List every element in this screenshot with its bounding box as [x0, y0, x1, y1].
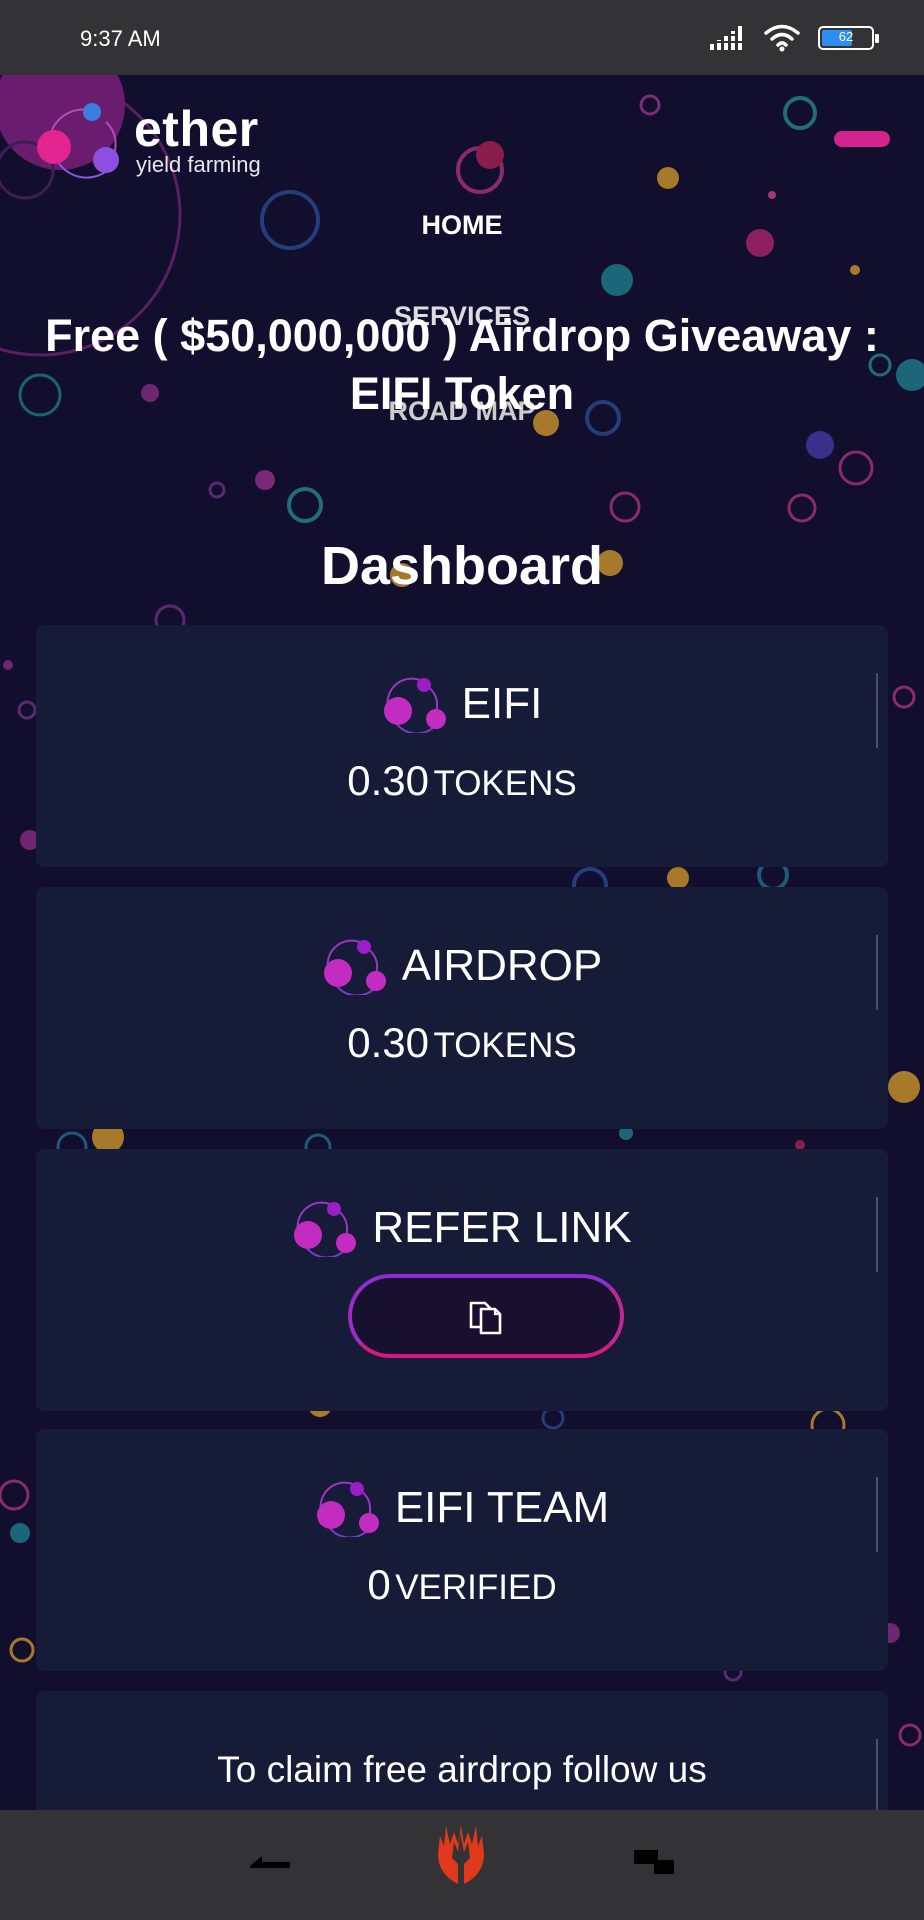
- recents-icon[interactable]: [632, 1848, 676, 1878]
- token-icon: [323, 939, 386, 995]
- status-icons: 62: [710, 24, 879, 52]
- eifi-card: EIFI 0.30 TOKENS: [36, 625, 888, 867]
- card-header: AIRDROP: [36, 937, 888, 995]
- ether-logo[interactable]: ether yield farming: [36, 100, 296, 180]
- card-header: EIFI TEAM: [36, 1479, 888, 1537]
- status-bar: 9:37 AM 62: [0, 0, 924, 75]
- eifi-unit: TOKENS: [433, 764, 577, 803]
- web-page[interactable]: ether yield farming HOME SERVICES ROAD M…: [0, 75, 924, 1810]
- copy-refer-link-button[interactable]: [348, 1274, 624, 1358]
- follow-us-text: To claim free airdrop follow us: [217, 1749, 707, 1790]
- airdrop-unit: TOKENS: [433, 1026, 577, 1065]
- back-icon[interactable]: [248, 1850, 292, 1872]
- airdrop-balance: 0.30 TOKENS: [36, 1019, 888, 1067]
- card-header: REFER LINK: [36, 1199, 888, 1257]
- page-headline: Free ( $50,000,000 ) Airdrop Giveaway : …: [45, 310, 879, 419]
- copy-icon: [469, 1301, 502, 1335]
- team-unit: VERIFIED: [395, 1568, 557, 1607]
- nav-home-link[interactable]: HOME: [0, 210, 924, 241]
- logo-tagline: yield farming: [136, 152, 261, 177]
- eifi-balance: 0.30 TOKENS: [36, 757, 888, 805]
- airdrop-card: AIRDROP 0.30 TOKENS: [36, 887, 888, 1129]
- token-icon: [383, 677, 446, 733]
- token-icon: [316, 1481, 379, 1537]
- token-icon: [294, 1201, 357, 1257]
- signal-icon: [710, 26, 742, 50]
- ether-logo-icon: [37, 103, 119, 179]
- airdrop-amount: 0.30: [347, 1019, 429, 1066]
- card-header: EIFI: [36, 675, 888, 733]
- refer-link-label: REFER LINK: [372, 1203, 632, 1252]
- airdrop-label: AIRDROP: [401, 941, 603, 990]
- menu-toggle-button[interactable]: [834, 131, 890, 147]
- battery-level: 62: [838, 29, 854, 44]
- battery-icon: 62: [818, 26, 879, 50]
- logo-wordmark: ether: [134, 101, 259, 157]
- follow-us-card: To claim free airdrop follow us: [36, 1691, 888, 1810]
- wifi-icon: [764, 24, 800, 52]
- eifi-team-card: EIFI TEAM 0 VERIFIED: [36, 1429, 888, 1671]
- eifi-amount: 0.30: [347, 757, 429, 804]
- system-navigation-bar: [0, 1810, 924, 1920]
- refer-link-card: REFER LINK: [36, 1149, 888, 1411]
- eifi-team-label: EIFI TEAM: [394, 1483, 610, 1532]
- team-count: 0: [367, 1561, 391, 1608]
- eifi-label: EIFI: [461, 679, 543, 728]
- status-time: 9:37 AM: [80, 26, 161, 51]
- eifi-team-count: 0 VERIFIED: [36, 1561, 888, 1609]
- dashboard-title: Dashboard: [320, 536, 604, 596]
- home-icon[interactable]: [436, 1824, 486, 1886]
